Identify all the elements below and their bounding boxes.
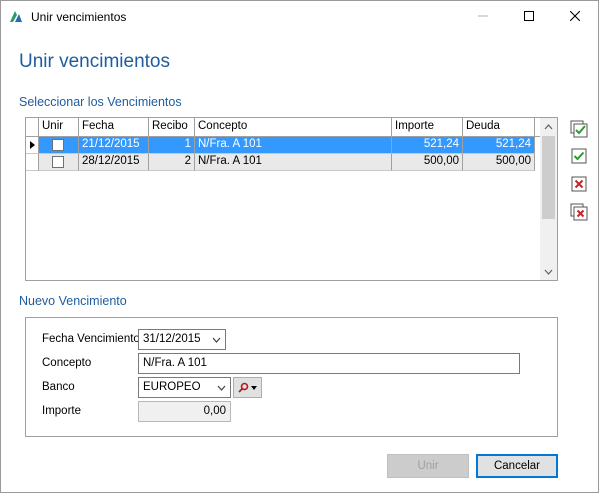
unir-cell[interactable] [39, 137, 79, 154]
maximize-icon [524, 11, 534, 21]
table-row[interactable]: 28/12/2015 2 N/Fra. A 101 500,00 500,00 [26, 154, 540, 171]
column-header-unir[interactable]: Unir [39, 118, 79, 137]
recibo-cell[interactable]: 2 [149, 154, 195, 171]
concepto-value: N/Fra. A 101 [143, 357, 207, 369]
importe-cell[interactable]: 521,24 [392, 137, 463, 154]
grid-vertical-scrollbar[interactable] [540, 118, 557, 280]
column-header-deuda[interactable]: Deuda [463, 118, 535, 137]
column-header-recibo[interactable]: Recibo [149, 118, 195, 137]
importe-field: 0,00 [138, 401, 231, 422]
check-all-icon [570, 120, 588, 138]
deuda-cell[interactable]: 521,24 [463, 137, 535, 154]
header-indicator [26, 118, 39, 137]
concepto-cell[interactable]: N/Fra. A 101 [195, 154, 392, 171]
maximize-button[interactable] [506, 1, 552, 31]
uncheck-button[interactable] [569, 174, 589, 194]
banco-value: EUROPEO [143, 381, 201, 393]
minimize-button[interactable] [460, 1, 506, 31]
banco-select[interactable]: EUROPEO [138, 377, 231, 398]
vencimientos-grid[interactable]: Unir Fecha Recibo Concepto Importe Deuda… [25, 117, 558, 281]
banco-label: Banco [42, 381, 75, 393]
check-button[interactable] [569, 146, 589, 166]
grid-header: Unir Fecha Recibo Concepto Importe Deuda [26, 118, 540, 137]
unir-checkbox[interactable] [52, 139, 64, 151]
fecha-vencimiento-picker[interactable]: 31/12/2015 [138, 329, 226, 350]
close-button[interactable] [552, 1, 598, 31]
check-all-button[interactable] [569, 119, 589, 139]
dialog-heading: Unir vencimientos [19, 51, 170, 72]
concepto-label: Concepto [42, 357, 92, 369]
concepto-input[interactable]: N/Fra. A 101 [138, 353, 520, 374]
banco-search-button[interactable] [233, 377, 262, 398]
current-row-arrow-icon [30, 141, 35, 149]
uncheck-all-icon [570, 203, 588, 221]
column-header-importe[interactable]: Importe [392, 118, 463, 137]
unir-cell[interactable] [39, 154, 79, 171]
fecha-value: 31/12/2015 [143, 333, 201, 345]
dialog-window: Unir vencimientos Unir vencimientos Sele… [0, 0, 599, 493]
app-logo-icon [10, 11, 22, 22]
importe-label: Importe [42, 405, 81, 417]
recibo-cell[interactable]: 1 [149, 137, 195, 154]
chevron-down-icon[interactable] [207, 330, 225, 349]
dropdown-arrow-icon [251, 385, 257, 390]
close-icon [570, 11, 580, 21]
fecha-cell[interactable]: 21/12/2015 [79, 137, 149, 154]
unir-button[interactable]: Unir [387, 454, 469, 478]
new-vencimiento-group: Fecha Vencimiento 31/12/2015 Concepto N/… [25, 317, 558, 437]
importe-value: 0,00 [203, 405, 226, 417]
chevron-down-icon[interactable] [212, 378, 230, 397]
window-title: Unir vencimientos [31, 10, 127, 24]
magnifier-icon [238, 382, 249, 393]
scroll-up-icon[interactable] [540, 118, 557, 135]
scroll-thumb[interactable] [542, 136, 555, 219]
title-bar: Unir vencimientos [1, 1, 598, 31]
uncheck-icon [571, 176, 587, 192]
select-section-label: Seleccionar los Vencimientos [19, 95, 182, 109]
deuda-cell[interactable]: 500,00 [463, 154, 535, 171]
row-indicator [26, 154, 39, 171]
table-row[interactable]: 21/12/2015 1 N/Fra. A 101 521,24 521,24 [26, 137, 540, 154]
uncheck-all-button[interactable] [569, 202, 589, 222]
importe-cell[interactable]: 500,00 [392, 154, 463, 171]
minimize-icon [478, 15, 488, 17]
row-indicator [26, 137, 39, 154]
new-section-label: Nuevo Vencimiento [19, 294, 127, 308]
unir-checkbox[interactable] [52, 156, 64, 168]
fecha-cell[interactable]: 28/12/2015 [79, 154, 149, 171]
fecha-label: Fecha Vencimiento [42, 333, 140, 345]
cancelar-button[interactable]: Cancelar [476, 454, 558, 478]
check-icon [571, 148, 587, 164]
column-header-fecha[interactable]: Fecha [79, 118, 149, 137]
column-header-concepto[interactable]: Concepto [195, 118, 392, 137]
concepto-cell[interactable]: N/Fra. A 101 [195, 137, 392, 154]
scroll-down-icon[interactable] [540, 263, 557, 280]
